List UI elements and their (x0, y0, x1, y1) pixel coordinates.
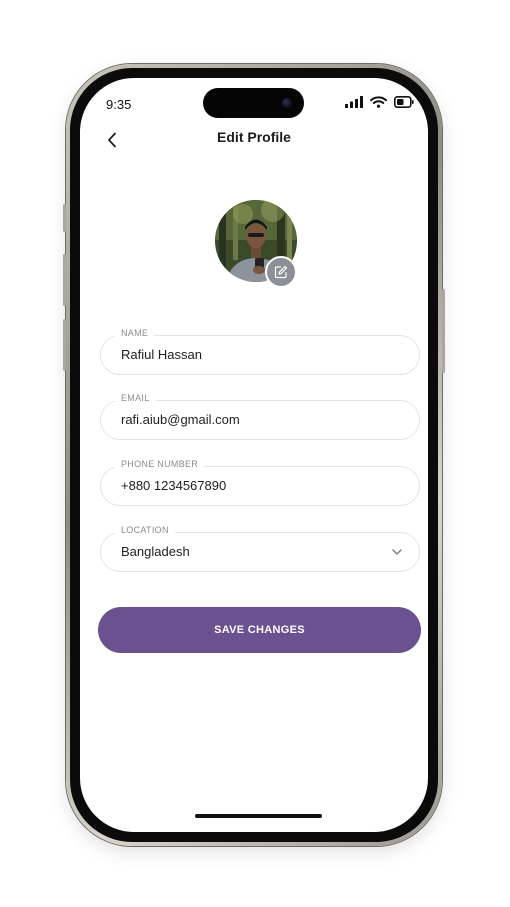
volume-up-button (63, 254, 66, 306)
save-changes-button[interactable]: SAVE CHANGES (98, 607, 421, 653)
home-indicator[interactable] (195, 814, 322, 818)
cellular-signal-icon (345, 96, 363, 108)
email-label: EMAIL (115, 393, 156, 403)
action-button (63, 204, 66, 232)
status-time: 9:35 (106, 97, 132, 112)
name-field[interactable]: NAME Rafiul Hassan (100, 328, 420, 375)
status-icons (345, 96, 414, 108)
phone-value: +880 1234567890 (121, 478, 227, 493)
wifi-icon (370, 96, 387, 108)
edit-icon (274, 265, 288, 279)
phone-frame: 9:35 Edit Profile NAME Rafiul Hassan EMA… (63, 64, 445, 846)
location-label: LOCATION (115, 525, 175, 535)
page-title: Edit Profile (217, 129, 291, 145)
chevron-down-icon (392, 549, 402, 555)
edit-avatar-button[interactable] (265, 256, 297, 288)
front-camera (282, 98, 292, 108)
location-value: Bangladesh (121, 544, 190, 559)
location-select[interactable]: LOCATION Bangladesh (100, 525, 420, 572)
battery-icon (394, 96, 414, 108)
email-field[interactable]: EMAIL rafi.aiub@gmail.com (100, 393, 420, 440)
phone-bezel: 9:35 Edit Profile NAME Rafiul Hassan EMA… (70, 68, 438, 842)
phone-label: PHONE NUMBER (115, 459, 205, 469)
name-value: Rafiul Hassan (121, 347, 202, 362)
volume-down-button (63, 319, 66, 371)
email-value: rafi.aiub@gmail.com (121, 412, 240, 427)
power-button (442, 289, 445, 373)
app-screen: 9:35 Edit Profile NAME Rafiul Hassan EMA… (80, 78, 428, 832)
avatar-container (215, 200, 299, 288)
name-label: NAME (115, 328, 155, 338)
dynamic-island (203, 88, 304, 118)
phone-field[interactable]: PHONE NUMBER +880 1234567890 (100, 459, 420, 506)
